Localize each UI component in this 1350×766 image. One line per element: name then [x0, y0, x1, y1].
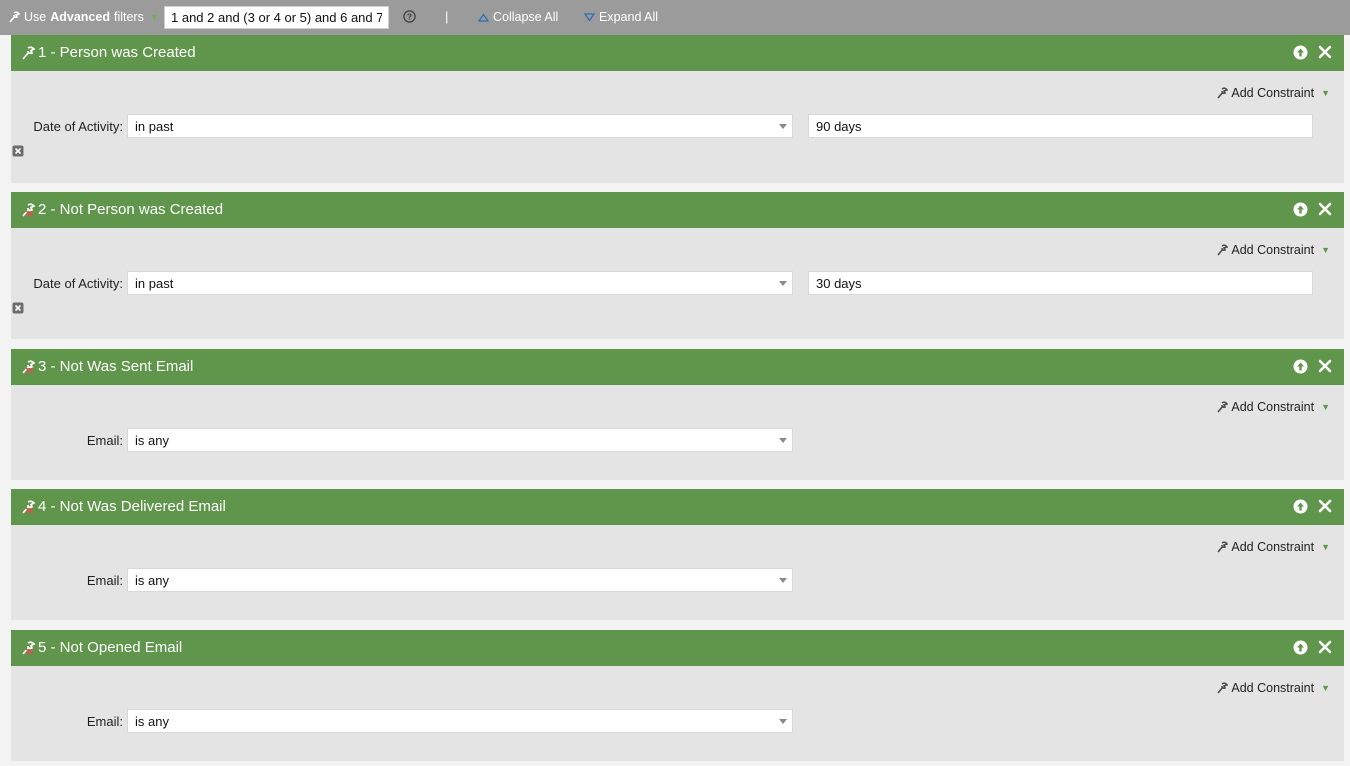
filter-toolbar: Use Advanced filters ▼ ? | Collapse All …: [0, 0, 1350, 35]
value-field[interactable]: 90 days: [808, 114, 1313, 138]
add-constraint-label: Add Constraint: [1231, 86, 1315, 100]
add-constraint-label: Add Constraint: [1231, 540, 1315, 554]
move-up-icon[interactable]: [1293, 499, 1308, 514]
close-icon[interactable]: [1318, 45, 1332, 59]
wrench-not-icon: [22, 500, 35, 514]
chevron-down-icon: ▼: [1321, 245, 1330, 255]
chevron-down-icon: ▼: [149, 12, 159, 22]
filter-header[interactable]: 1 - Person was Created: [11, 35, 1344, 71]
wrench-icon: [22, 46, 35, 60]
constraint-label: Date of Activity:: [33, 276, 123, 291]
use-advanced-filters-menu[interactable]: Use Advanced filters ▼: [8, 10, 159, 24]
close-icon[interactable]: [1318, 640, 1332, 654]
remove-constraint-icon[interactable]: [12, 145, 24, 157]
filter-block-5: 5 - Not Opened Email Add Constraint ▼ Em…: [11, 630, 1344, 761]
wrench-icon: [1217, 541, 1229, 553]
chevron-down-icon: ▼: [1321, 88, 1330, 98]
operator-select[interactable]: is any: [127, 709, 793, 733]
remove-constraint-icon[interactable]: [12, 302, 24, 314]
operator-select[interactable]: in past: [127, 114, 793, 138]
move-up-icon[interactable]: [1293, 202, 1308, 217]
collapse-all-label: Collapse All: [493, 10, 559, 24]
add-constraint-button[interactable]: Add Constraint ▼: [1216, 243, 1330, 257]
wrench-icon: [1217, 87, 1229, 99]
dropdown-arrow-icon: [779, 578, 787, 583]
filter-header[interactable]: 2 - Not Person was Created: [11, 192, 1344, 228]
chevron-down-icon: ▼: [1321, 542, 1330, 552]
filters-label: filters: [113, 10, 144, 24]
filter-title: 1 - Person was Created: [38, 44, 196, 61]
expand-all-label: Expand All: [599, 10, 659, 24]
operator-value: is any: [135, 714, 169, 729]
operator-value: in past: [135, 119, 174, 134]
advanced-label: Advanced: [50, 10, 110, 24]
filter-logic-input[interactable]: [164, 6, 389, 29]
constraint-label: Email:: [86, 573, 123, 588]
wrench-not-icon: [22, 203, 35, 217]
dropdown-arrow-icon: [779, 124, 787, 129]
toolbar-separator: |: [445, 9, 449, 24]
value-text: 90 days: [816, 119, 862, 134]
operator-value: is any: [135, 573, 169, 588]
constraint-label: Email:: [86, 433, 123, 448]
filter-block-2: 2 - Not Person was Created Add Constrain…: [11, 192, 1344, 339]
constraint-label: Email:: [86, 714, 123, 729]
close-icon[interactable]: [1318, 202, 1332, 216]
filter-title: 3 - Not Was Sent Email: [38, 358, 194, 375]
filter-title: 5 - Not Opened Email: [38, 639, 183, 656]
use-label: Use: [24, 10, 47, 24]
filter-title: 4 - Not Was Delivered Email: [38, 498, 226, 515]
close-icon[interactable]: [1318, 499, 1332, 513]
filter-header[interactable]: 3 - Not Was Sent Email: [11, 349, 1344, 385]
operator-value: in past: [135, 276, 174, 291]
move-up-icon[interactable]: [1293, 359, 1308, 374]
filter-block-1: 1 - Person was Created Add Constraint ▼ …: [11, 35, 1344, 183]
wrench-not-icon: [22, 360, 35, 374]
filter-header[interactable]: 4 - Not Was Delivered Email: [11, 489, 1344, 525]
value-text: 30 days: [816, 276, 862, 291]
filter-block-3: 3 - Not Was Sent Email Add Constraint ▼ …: [11, 349, 1344, 480]
help-icon[interactable]: ?: [403, 10, 416, 23]
operator-value: is any: [135, 433, 169, 448]
chevron-down-icon: ▼: [1321, 683, 1330, 693]
wrench-icon: [9, 11, 20, 23]
add-constraint-label: Add Constraint: [1231, 243, 1315, 257]
add-constraint-button[interactable]: Add Constraint ▼: [1216, 400, 1330, 414]
collapse-all-button[interactable]: Collapse All: [478, 10, 558, 24]
chevron-down-icon: ▼: [1321, 402, 1330, 412]
filter-title: 2 - Not Person was Created: [38, 201, 224, 218]
svg-text:?: ?: [407, 12, 412, 22]
operator-select[interactable]: is any: [127, 568, 793, 592]
add-constraint-button[interactable]: Add Constraint ▼: [1216, 681, 1330, 695]
wrench-icon: [1217, 682, 1229, 694]
close-icon[interactable]: [1318, 359, 1332, 373]
dropdown-arrow-icon: [779, 719, 787, 724]
move-up-icon[interactable]: [1293, 45, 1308, 60]
wrench-not-icon: [22, 641, 35, 655]
add-constraint-button[interactable]: Add Constraint ▼: [1216, 86, 1330, 100]
dropdown-arrow-icon: [779, 281, 787, 286]
add-constraint-label: Add Constraint: [1231, 400, 1315, 414]
move-up-icon[interactable]: [1293, 640, 1308, 655]
filter-block-4: 4 - Not Was Delivered Email Add Constrai…: [11, 489, 1344, 620]
add-constraint-button[interactable]: Add Constraint ▼: [1216, 540, 1330, 554]
expand-icon: [584, 12, 595, 22]
dropdown-arrow-icon: [779, 438, 787, 443]
operator-select[interactable]: is any: [127, 428, 793, 452]
collapse-icon: [478, 12, 489, 22]
filter-header[interactable]: 5 - Not Opened Email: [11, 630, 1344, 666]
constraint-label: Date of Activity:: [33, 119, 123, 134]
operator-select[interactable]: in past: [127, 271, 793, 295]
value-field[interactable]: 30 days: [808, 271, 1313, 295]
expand-all-button[interactable]: Expand All: [584, 10, 658, 24]
wrench-icon: [1217, 244, 1229, 256]
wrench-icon: [1217, 401, 1229, 413]
add-constraint-label: Add Constraint: [1231, 681, 1315, 695]
